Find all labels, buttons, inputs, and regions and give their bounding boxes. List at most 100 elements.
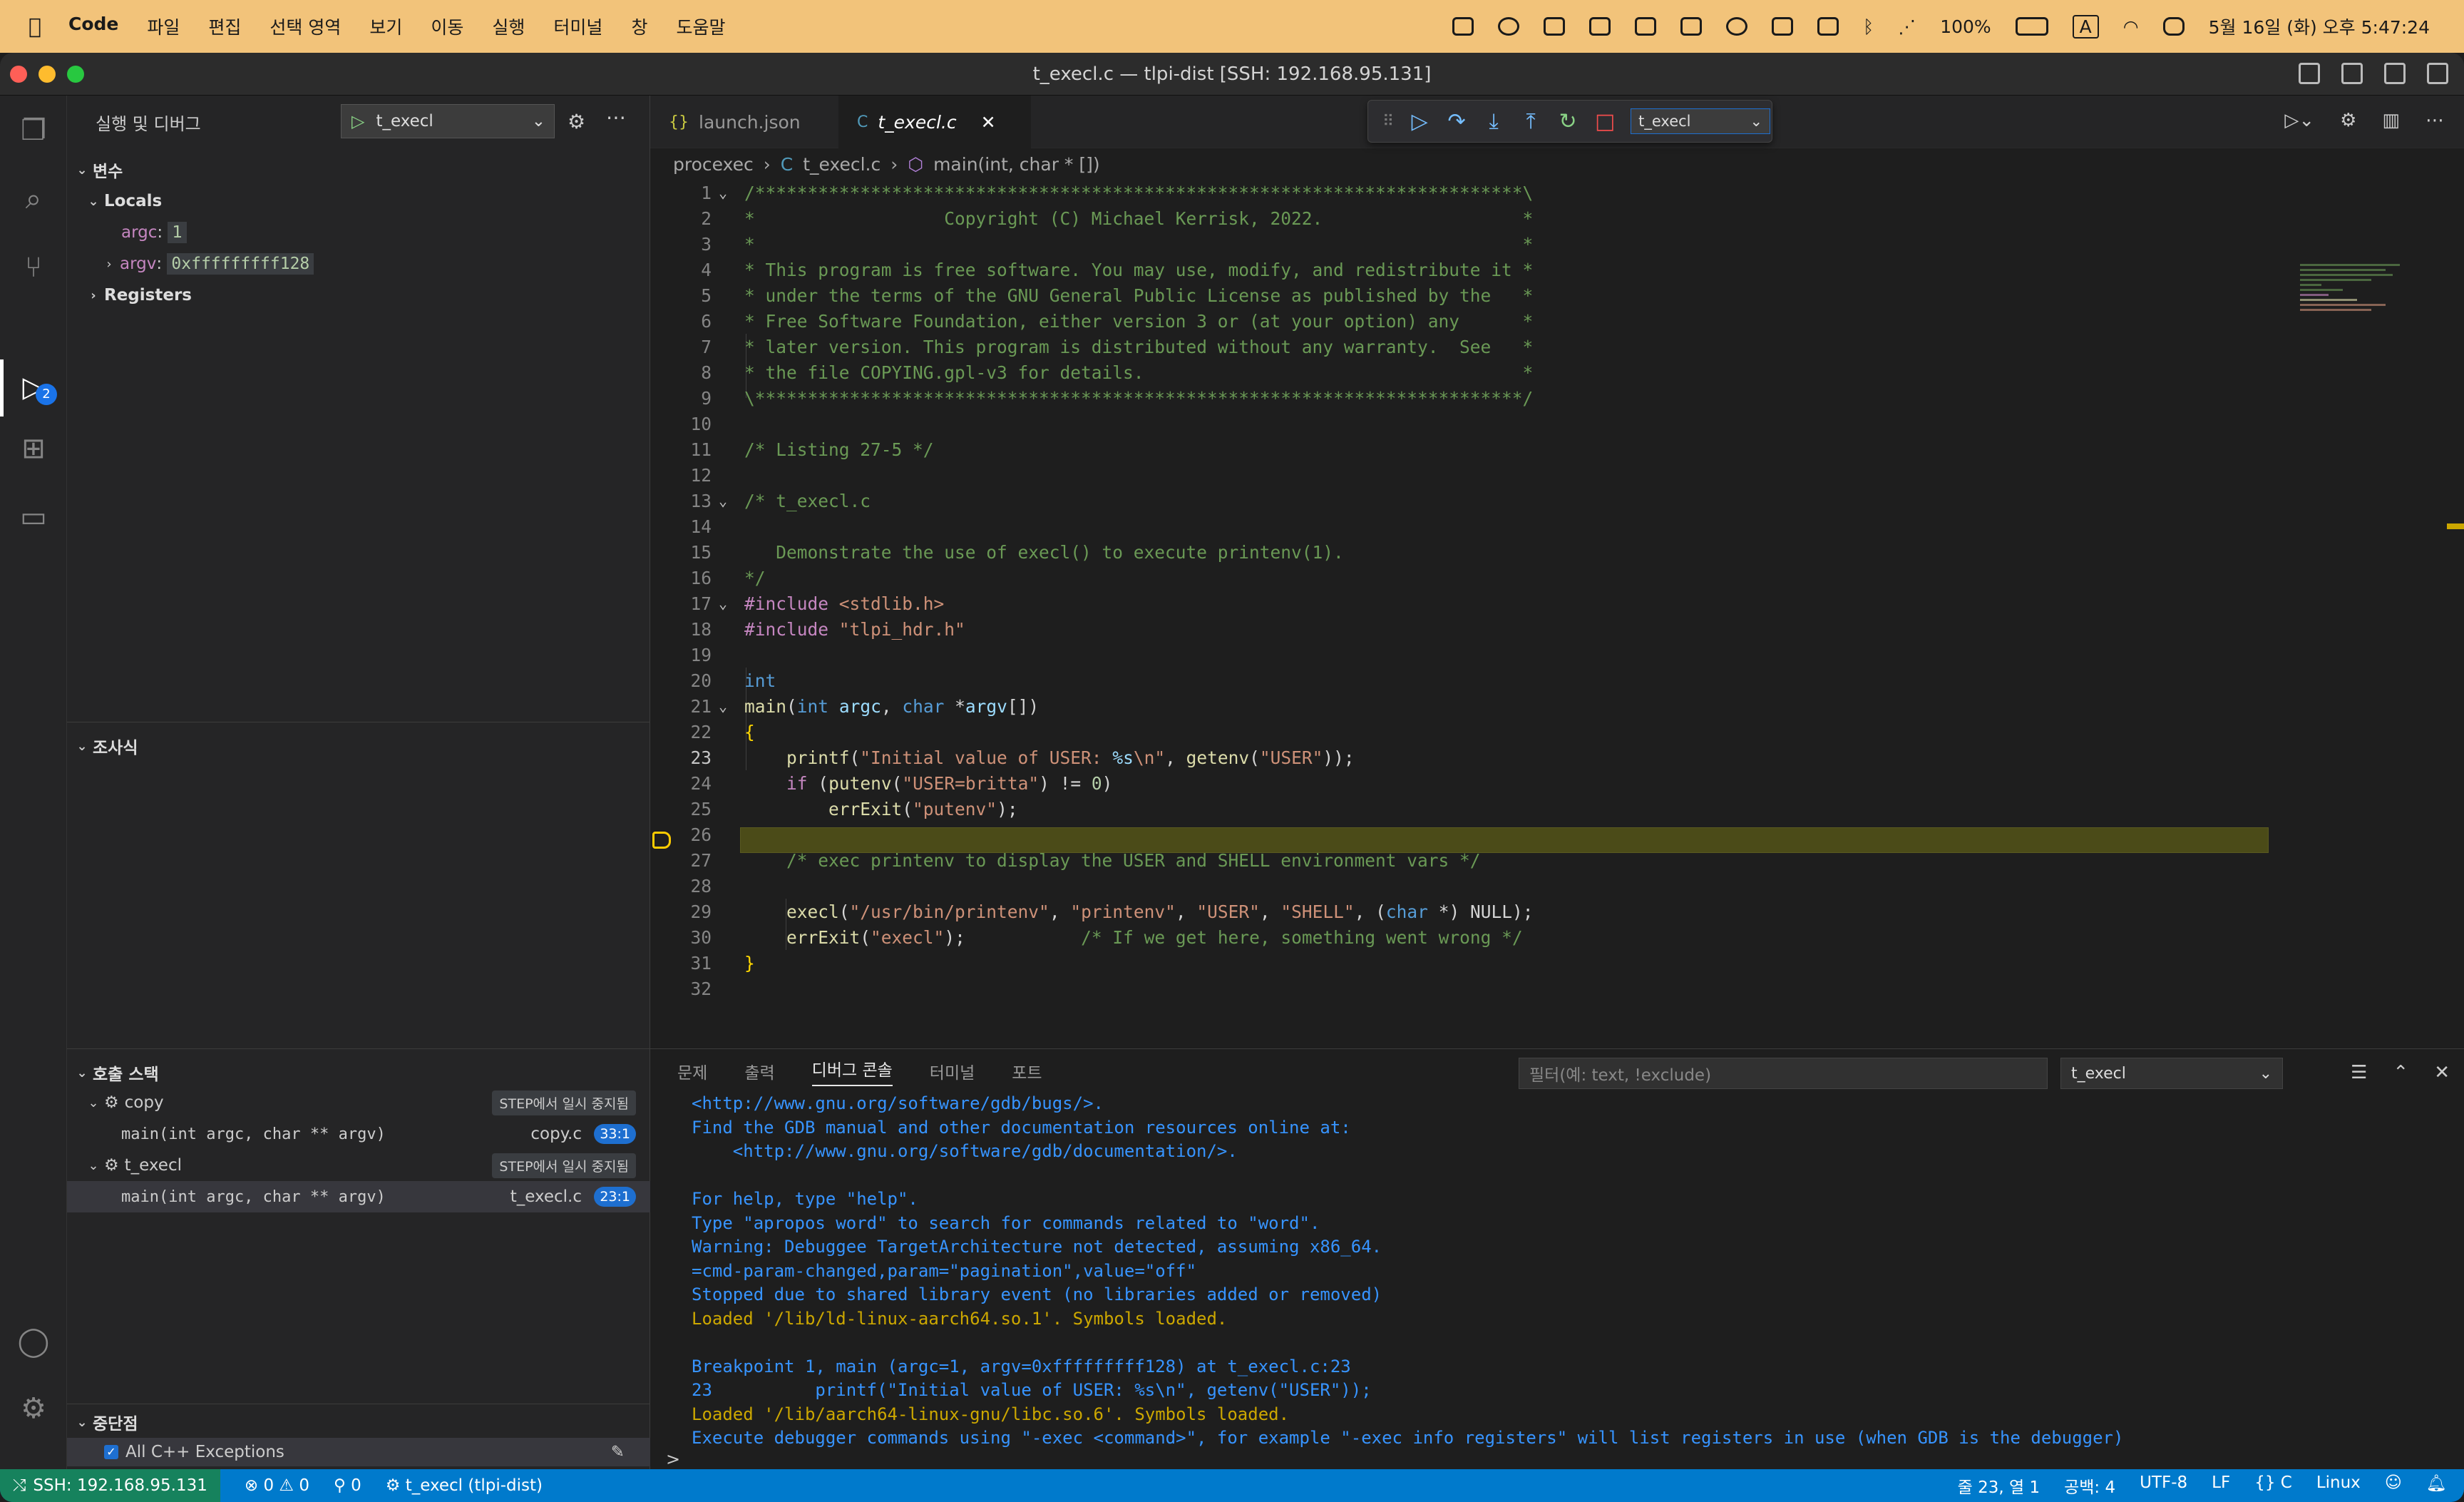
tab-output[interactable]: 출력 [744,1059,774,1083]
os-indicator[interactable]: Linux [2316,1473,2361,1498]
problems-count[interactable]: ⊗ 0 ⚠ 0 [245,1476,309,1495]
variables-section-header[interactable]: ⌄ 변수 [71,155,123,184]
status-app-icon[interactable] [1452,17,1474,36]
step-out-icon[interactable]: ⤒ [1519,109,1542,134]
breadcrumb-folder[interactable]: procexec [673,154,754,175]
tab-debug-console[interactable]: 디버그 콘솔 [811,1056,893,1086]
console-filter-input[interactable]: 필터(예: text, !exclude) [1519,1058,2048,1089]
menu-go[interactable]: 이동 [431,14,463,39]
drag-handle-icon[interactable]: ⠿ [1382,113,1394,131]
locals-scope[interactable]: ⌄ Locals [83,185,162,217]
feedback-icon[interactable]: ☺ [2385,1473,2402,1498]
manage-gear-icon[interactable]: ⚙ [16,1391,51,1426]
start-debug-icon[interactable]: ▷ [351,111,364,131]
apple-icon[interactable]:  [29,14,41,39]
menu-selection[interactable]: 선택 영역 [270,14,341,39]
continue-icon[interactable]: ▷ [1408,109,1431,134]
airpods-icon[interactable] [1772,17,1794,36]
step-over-icon[interactable]: ↷ [1445,109,1468,134]
restart-icon[interactable]: ↻ [1556,109,1579,134]
tab-t-execl-c[interactable]: C t_execl.c ✕ [838,96,1031,148]
grammarly-icon[interactable] [1498,17,1520,36]
close-tab-icon[interactable]: ✕ [981,112,996,133]
callstack-frame[interactable]: main(int argc, char ** argv) copy.c 33:1 [67,1118,650,1150]
menu-terminal[interactable]: 터미널 [553,14,602,39]
menu-window[interactable]: 창 [631,14,647,39]
tab-terminal[interactable]: 터미널 [930,1059,975,1083]
step-into-icon[interactable]: ⤓ [1482,109,1505,134]
customize-layout-icon[interactable] [2427,63,2448,84]
toggle-secondary-sidebar-icon[interactable] [2384,63,2406,84]
control-center-icon[interactable] [2162,17,2185,36]
battery-icon[interactable] [2015,17,2048,36]
notifications-bell-icon[interactable]: 🔔︎ [2426,1473,2447,1498]
account-icon[interactable]: ◯ [16,1324,51,1359]
menu-view[interactable]: 보기 [369,14,402,39]
maximize-panel-icon[interactable]: ⌃ [2393,1062,2408,1083]
debug-settings-gear-icon[interactable]: ⚙ [568,110,585,133]
more-actions-icon[interactable]: ⋯ [606,106,626,129]
watch-section-header[interactable]: ⌄ 조사식 [71,732,138,760]
end-of-line[interactable]: LF [2212,1473,2230,1498]
debug-config-select[interactable]: ▷ t_execl ⌄ [341,104,555,138]
ports-indicator[interactable]: ⚲ 0 [334,1476,361,1495]
console-prompt[interactable]: > [666,1449,680,1469]
minimize-window-button[interactable] [38,66,56,83]
breakpoints-section-header[interactable]: ⌄ 중단점 [71,1408,138,1436]
battery-app-icon[interactable] [1544,17,1566,36]
encoding[interactable]: UTF-8 [2140,1473,2187,1498]
extensions-icon[interactable]: ⊞ [16,431,51,466]
callstack-thread[interactable]: ⌄ ⚙ copy STEP에서 일시 중지됨 [67,1087,650,1118]
menu-app-name[interactable]: Code [68,14,118,39]
input-source-indicator[interactable]: A [2072,14,2099,39]
variable-row[interactable]: argc: 1 [121,217,188,248]
bluetooth-icon[interactable]: ᛒ [1863,16,1874,37]
breakpoint-checkbox[interactable]: ✓ [104,1445,118,1459]
screen-mirroring-icon[interactable] [1817,17,1839,36]
explorer-icon[interactable]: ❐ [16,113,51,148]
breadcrumb-file[interactable]: t_execl.c [803,154,881,175]
tab-launch-json[interactable]: {} launch.json [650,96,819,148]
callstack-frame[interactable]: main(int argc, char ** argv) t_execl.c 2… [67,1181,650,1212]
remote-indicator[interactable]: ⤭ SSH: 192.168.95.131 [0,1469,220,1502]
variable-row[interactable]: › argv: 0xfffffffff128 [98,248,314,280]
close-panel-icon[interactable]: ✕ [2434,1062,2450,1083]
registers-scope[interactable]: › Registers [83,280,192,311]
callstack-section-header[interactable]: ⌄ 호출 스택 [71,1058,158,1087]
breadcrumb-symbol[interactable]: main(int, char * []) [933,154,1100,175]
toggle-sidebar-icon[interactable] [2299,63,2320,84]
debug-status[interactable]: ⚙ t_execl (tlpi-dist) [386,1476,543,1495]
more-actions-icon[interactable]: ⋯ [2426,110,2444,131]
debug-session-select[interactable]: t_execl ⌄ [2060,1058,2283,1089]
run-debug-dropdown-icon[interactable]: ▷⌄ [2284,110,2314,131]
language-mode[interactable]: {} C [2254,1473,2292,1498]
indentation[interactable]: 공백: 4 [2064,1473,2115,1498]
remote-explorer-icon[interactable]: ▭ [16,499,51,535]
edit-pencil-icon[interactable]: ✎ [611,1443,625,1461]
dots-icon[interactable]: ⋰ [1898,16,1916,37]
source-control-icon[interactable]: ⑂ [16,250,51,285]
menu-help[interactable]: 도움말 [676,14,725,39]
gear-icon[interactable]: ⚙ [2340,110,2356,131]
display-icon[interactable] [1680,17,1703,36]
debug-console-output[interactable]: <http://www.gnu.org/software/gdb/bugs/>.… [692,1092,2445,1451]
toggle-panel-icon[interactable] [2341,63,2363,84]
breakpoint-item[interactable]: ✓ All C++ Exceptions ✎ [67,1438,650,1466]
minimap[interactable] [2300,264,2407,364]
hearing-icon[interactable] [1726,17,1748,36]
split-editor-icon[interactable]: ▥ [2382,110,2400,131]
grid-icon[interactable] [1635,17,1657,36]
tab-ports[interactable]: 포트 [1012,1059,1042,1083]
menu-file[interactable]: 파일 [147,14,180,39]
menu-run[interactable]: 실행 [492,14,525,39]
clear-console-icon[interactable]: ☰ [2351,1062,2367,1083]
tab-problems[interactable]: 문제 [677,1059,707,1083]
menu-edit[interactable]: 편집 [208,14,241,39]
stop-icon[interactable]: □ [1593,109,1616,134]
close-window-button[interactable] [10,66,27,83]
code-editor[interactable]: 1 ⌄/*************************************… [650,180,2464,1093]
clipboard-icon[interactable] [1589,17,1611,36]
search-icon[interactable]: ⌕ [16,181,51,217]
cursor-position[interactable]: 줄 23, 열 1 [1958,1473,2040,1498]
clock[interactable]: 5월 16일 (화) 오후 5:47:24 [2209,14,2430,39]
